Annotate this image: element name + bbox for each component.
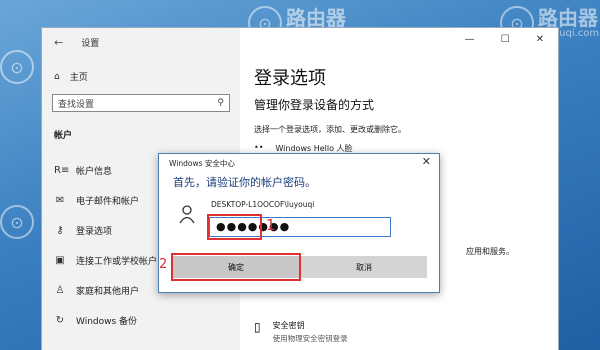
maximize-button[interactable]: ☐ [501, 34, 510, 45]
sync-icon: ↻ [55, 315, 65, 326]
close-button[interactable]: ✕ [536, 34, 544, 45]
dialog-title: Windows 安全中心 [169, 159, 235, 168]
briefcase-icon: ▣ [55, 255, 65, 266]
mail-icon: ✉ [55, 195, 65, 206]
account-name: DESKTOP-L1OOCOF\luyouqi [211, 200, 315, 209]
option-title: 安全密钥 [272, 321, 305, 330]
option-description: 使用物理安全密钥登录 [272, 334, 348, 343]
page-title: 登录选项 [254, 68, 326, 89]
sidebar-item-backup[interactable]: ↻ Windows 备份 [54, 314, 137, 327]
search-input[interactable]: 查找设置 ⚲ [52, 94, 230, 112]
window-controls: — ☐ ✕ [465, 34, 544, 45]
page-subtitle: 管理你登录设备的方式 [254, 98, 375, 112]
sidebar-item-label: 连接工作或学校帐户 [76, 257, 158, 267]
sidebar-item-label: 主页 [69, 73, 88, 83]
security-key-option[interactable]: ▯ 安全密钥 使用物理安全密钥登录 [254, 320, 348, 344]
sidebar-item-email[interactable]: ✉ 电子邮件和帐户 [54, 194, 139, 207]
page-description: 选择一个登录选项，添加、更改或删除它。 [254, 125, 406, 134]
dialog-close-button[interactable]: ✕ [422, 155, 431, 168]
window-titlebar: ← 设置 [54, 36, 99, 49]
key-icon: ⚷ [56, 225, 64, 236]
security-dialog: Windows 安全中心 ✕ 首先，请验证你的帐户密码。 DESKTOP-L1O… [158, 153, 440, 293]
dialog-heading: 首先，请验证你的帐户密码。 [173, 176, 316, 189]
family-icon: ♙ [55, 285, 65, 296]
highlight-box-step1 [207, 214, 262, 240]
sidebar-item-label: 电子邮件和帐户 [76, 197, 140, 207]
cancel-button[interactable]: 取消 [301, 256, 427, 278]
sidebar-item-sign-in-options[interactable]: ⚷ 登录选项 [54, 224, 112, 237]
step-number-2: 2 [159, 257, 168, 272]
sidebar-item-family[interactable]: ♙ 家庭和其他用户 [54, 284, 140, 297]
sidebar-item-label: 帐户信息 [76, 167, 113, 177]
home-icon: ⌂ [54, 71, 60, 82]
search-placeholder: 查找设置 [58, 99, 95, 110]
sidebar-item-label: 登录选项 [76, 227, 113, 237]
highlight-box-step2 [171, 253, 301, 281]
sidebar-item-account-info[interactable]: R≡ 帐户信息 [54, 164, 112, 177]
window-title: 设置 [81, 39, 100, 49]
watermark-logo: ⊙ [0, 205, 34, 239]
user-icon [179, 205, 195, 224]
back-arrow-icon[interactable]: ← [54, 36, 63, 49]
minimize-button[interactable]: — [465, 34, 475, 45]
sidebar-item-home[interactable]: ⌂ 主页 [54, 70, 88, 84]
usb-key-icon: ▯ [254, 320, 261, 334]
sidebar-item-label: Windows 备份 [76, 317, 138, 327]
watermark-logo: ⊙ [0, 50, 34, 84]
step-number-1: 1 [266, 216, 276, 234]
apps-services-text: 应用和服务。 [466, 247, 514, 256]
sidebar-item-work-school[interactable]: ▣ 连接工作或学校帐户 [54, 254, 157, 267]
section-title: 帐户 [54, 131, 73, 141]
sidebar-item-label: 家庭和其他用户 [76, 287, 140, 297]
search-icon: ⚲ [217, 98, 224, 108]
person-card-icon: R≡ [54, 165, 70, 176]
